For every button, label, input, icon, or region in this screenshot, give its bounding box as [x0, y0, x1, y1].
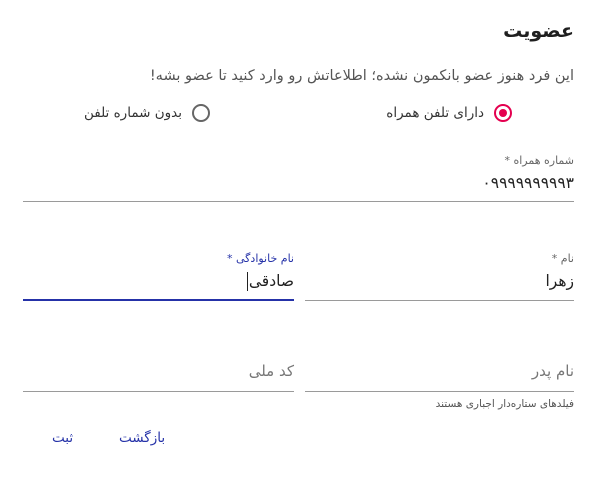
radio-unchecked-icon[interactable] [192, 104, 210, 122]
phone-option-radio-group: دارای تلفن همراه بدون شماره تلفن [26, 104, 574, 126]
first-name-label: نام * [551, 252, 574, 265]
mobile-field[interactable]: شماره همراه * ۰۹۹۹۹۹۹۹۹۹۳ [23, 152, 574, 202]
first-name-underline [305, 300, 574, 301]
national-code-field[interactable]: کد ملی [23, 340, 294, 392]
membership-dialog: عضویت این فرد هنوز عضو بانکمون نشده؛ اطل… [0, 0, 600, 489]
text-caret [246, 272, 248, 291]
radio-has-mobile-label: دارای تلفن همراه [386, 105, 484, 121]
radio-no-phone-label: بدون شماره تلفن [83, 105, 182, 121]
back-button[interactable]: بازگشت [119, 430, 165, 446]
last-name-value-text: صادقی [248, 272, 294, 290]
first-name-value[interactable]: زهرا [545, 272, 574, 290]
mobile-field-label: شماره همراه * [504, 154, 574, 167]
required-fields-hint: فیلدهای ستاره‌دار اجباری هستند [435, 398, 574, 410]
submit-button[interactable]: ثبت [52, 430, 73, 446]
dialog-intro-text: این فرد هنوز عضو بانکمون نشده؛ اطلاعاتش … [149, 68, 574, 84]
father-name-placeholder[interactable]: نام پدر [532, 362, 574, 380]
radio-checked-icon[interactable] [494, 104, 512, 122]
last-name-label: نام خانوادگی * [227, 252, 294, 265]
radio-no-phone[interactable]: بدون شماره تلفن [84, 104, 210, 122]
last-name-value[interactable]: صادقی [246, 272, 294, 291]
radio-has-mobile[interactable]: دارای تلفن همراه [386, 104, 512, 122]
last-name-field[interactable]: نام خانوادگی * صادقی [23, 250, 294, 301]
dialog-title: عضویت [503, 20, 574, 42]
mobile-field-underline [23, 201, 574, 202]
radio-dot [499, 109, 507, 117]
father-name-field[interactable]: نام پدر [305, 340, 574, 392]
national-code-underline [23, 391, 294, 392]
father-name-underline [305, 391, 574, 392]
mobile-field-value[interactable]: ۰۹۹۹۹۹۹۹۹۹۳ [482, 174, 574, 192]
last-name-underline [23, 299, 294, 301]
national-code-placeholder[interactable]: کد ملی [249, 362, 294, 380]
first-name-field[interactable]: نام * زهرا [305, 250, 574, 301]
